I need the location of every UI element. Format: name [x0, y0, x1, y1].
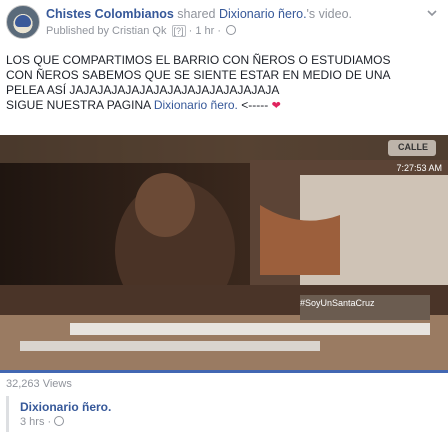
post-time[interactable]: 1 hr	[195, 25, 214, 37]
globe-icon	[226, 25, 237, 35]
page-tag-link[interactable]: Dixionario ñero.	[154, 98, 238, 112]
post-text-line: PELEA ASÍ JAJAJAJAJAJAJAJAJAJAJAJAJAJAJA	[6, 83, 280, 97]
heart-icon: ❤	[271, 100, 281, 112]
globe-icon	[54, 416, 65, 426]
video-timestamp: 7:27:53 AM	[396, 163, 442, 173]
help-icon[interactable]: [?]	[171, 25, 186, 37]
chevron-down-icon[interactable]	[426, 7, 438, 19]
post-meta: Published by Cristian Qk [?] · 1 hr ·	[46, 25, 237, 37]
post-text: LOS QUE COMPARTIMOS EL BARRIO CON ÑEROS …	[6, 53, 444, 114]
page-avatar[interactable]	[6, 5, 40, 39]
shared-page-name[interactable]: Dixionario ñero.	[20, 400, 111, 414]
video-progress-bar[interactable]	[0, 370, 448, 373]
published-by: Published by Cristian Qk	[46, 25, 167, 37]
video-channel-logo: CALLE	[398, 142, 428, 152]
shared-meta: 3 hrs ·	[20, 416, 65, 428]
meta-separator: ·	[47, 416, 52, 428]
post-header-line: Chistes Colombianos shared Dixionario ñe…	[46, 7, 352, 21]
arrow-text: <-----	[241, 98, 269, 112]
shared-attachment[interactable]: Dixionario ñero. 3 hrs ·	[6, 396, 442, 432]
meta-separator: ·	[188, 25, 193, 37]
video-frame	[0, 135, 448, 370]
shared-time[interactable]: 3 hrs	[20, 416, 44, 428]
video-player[interactable]: CALLE 7:27:53 AM #SoyUnSantaCruz	[0, 135, 448, 370]
meta-separator: ·	[217, 25, 222, 37]
view-count: 32,263 Views	[6, 378, 72, 390]
page-name-link[interactable]: Chistes Colombianos	[46, 7, 174, 21]
shared-word: shared	[177, 7, 216, 21]
source-page-link[interactable]: Dixionario ñero.	[219, 7, 307, 21]
follow-text: SIGUE NUESTRA PAGINA	[6, 98, 151, 112]
post-text-line: CON ÑEROS SABEMOS QUE SE SIENTE ESTAR EN…	[6, 68, 391, 82]
post-text-line: LOS QUE COMPARTIMOS EL BARRIO CON ÑEROS …	[6, 53, 391, 67]
avatar-logo-icon	[15, 15, 31, 27]
post-header: Chistes Colombianos shared Dixionario ñe…	[6, 5, 442, 45]
source-suffix: 's video.	[306, 7, 353, 21]
video-watermark: #SoyUnSantaCruz	[300, 298, 375, 308]
post-text-line: SIGUE NUESTRA PAGINA Dixionario ñero. <-…	[6, 98, 444, 114]
